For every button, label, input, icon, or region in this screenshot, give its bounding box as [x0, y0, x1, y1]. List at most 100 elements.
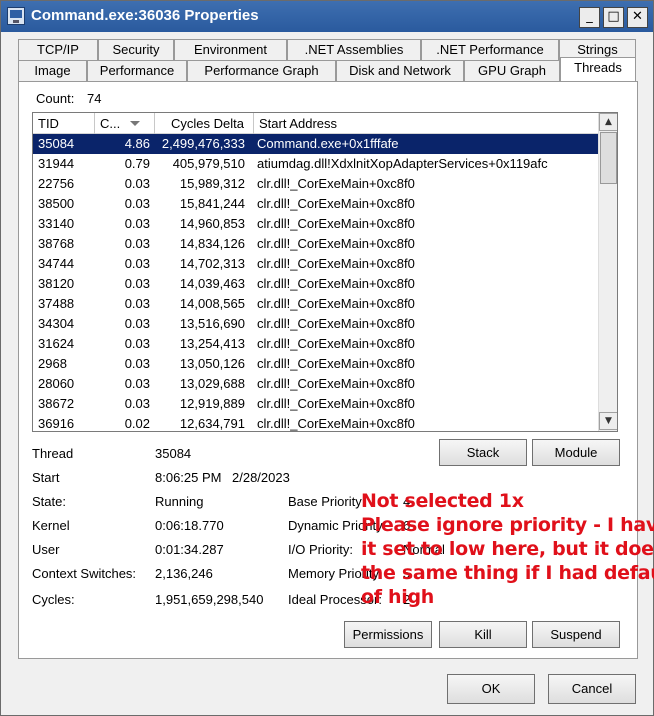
cell-cycles-delta: 13,029,688 — [179, 376, 245, 391]
cell-start-address: clr.dll!_CorExeMain+0xc8f0 — [257, 256, 415, 271]
table-row[interactable]: 38672 0.03 12,919,889 clr.dll!_CorExeMain+0… — [33, 394, 598, 414]
cell-tid: 36916 — [38, 416, 75, 431]
cell-cycles-delta: 15,989,312 — [179, 176, 245, 191]
table-row[interactable]: 31944 0.79 405,979,510 atiumdag.dll!Xdxlnit… — [33, 154, 598, 174]
cell-cpu: 0.03 — [124, 216, 150, 231]
table-row[interactable]: 36916 0.02 12,634,791 clr.dll!_CorExeMain+0… — [33, 414, 598, 431]
column-header-cycles-delta[interactable]: Cycles Delta — [155, 113, 254, 134]
user-value: 0:01:34.287 — [155, 542, 224, 557]
kernel-label: Kernel — [32, 518, 70, 533]
tab-performance[interactable]: Performance — [87, 60, 187, 81]
module-button[interactable]: Module — [532, 439, 620, 466]
start-date: 2/28/2023 — [232, 470, 290, 485]
annotation-line: the same thing if I had default — [361, 562, 654, 584]
table-row[interactable]: 2968 0.03 13,050,126 clr.dll!_CorExeMain+0x… — [33, 354, 598, 374]
scrollbar-thumb[interactable] — [600, 132, 617, 184]
tab-performance-graph[interactable]: Performance Graph — [187, 60, 336, 81]
cell-cpu: 4.86 — [124, 136, 150, 151]
column-header-cpu-label: C... — [100, 116, 121, 131]
table-row[interactable]: 28060 0.03 13,029,688 clr.dll!_CorExeMain+0… — [33, 374, 598, 394]
properties-window: Command.exe:36036 Properties _ □ ✕ TCP/I… — [0, 0, 654, 716]
column-header-start-address[interactable]: Start Address — [254, 113, 598, 134]
cell-tid: 35084 — [38, 136, 75, 151]
stack-button[interactable]: Stack — [439, 439, 527, 466]
table-row[interactable]: 31624 0.03 13,254,413 clr.dll!_CorExeMain+0… — [33, 334, 598, 354]
cell-tid: 38768 — [38, 236, 75, 251]
cell-cycles-delta: 15,841,244 — [179, 196, 245, 211]
state-label: State: — [32, 494, 66, 509]
tab-security[interactable]: Security — [98, 39, 174, 60]
table-row[interactable]: 33140 0.03 14,960,853 clr.dll!_CorExeMain+0… — [33, 214, 598, 234]
cell-tid: 37488 — [38, 296, 75, 311]
threads-table[interactable]: TID C... Cycles Delta Start Address 3508… — [32, 112, 618, 432]
table-row[interactable]: 37488 0.03 14,008,565 clr.dll!_CorExeMain+0… — [33, 294, 598, 314]
cell-cpu: 0.03 — [124, 176, 150, 191]
tab-threads[interactable]: Threads — [560, 57, 636, 81]
cell-tid: 28060 — [38, 376, 75, 391]
cell-cpu: 0.03 — [124, 296, 150, 311]
cell-cycles-delta: 14,039,463 — [179, 276, 245, 291]
table-row[interactable]: 22756 0.03 15,989,312 clr.dll!_CorExeMain+0… — [33, 174, 598, 194]
app-icon — [7, 7, 25, 25]
table-row[interactable]: 38120 0.03 14,039,463 clr.dll!_CorExeMain+0… — [33, 274, 598, 294]
cell-start-address: clr.dll!_CorExeMain+0xc8f0 — [257, 416, 415, 431]
context-switches-value: 2,136,246 — [155, 566, 213, 581]
column-header-tid[interactable]: TID — [33, 113, 95, 134]
thread-label: Thread — [32, 446, 74, 461]
cell-tid: 38500 — [38, 196, 75, 211]
close-button[interactable]: ✕ — [627, 7, 648, 28]
kill-button[interactable]: Kill — [439, 621, 527, 648]
permissions-button[interactable]: Permissions — [344, 621, 432, 648]
window-title: Command.exe:36036 Properties — [31, 7, 259, 24]
suspend-button[interactable]: Suspend — [532, 621, 620, 648]
cell-cycles-delta: 13,050,126 — [179, 356, 245, 371]
table-row[interactable]: 34304 0.03 13,516,690 clr.dll!_CorExeMain+0… — [33, 314, 598, 334]
cell-cpu: 0.03 — [124, 336, 150, 351]
cell-start-address: Command.exe+0x1fffafe — [257, 136, 399, 151]
scroll-down-arrow-icon[interactable]: ▼ — [599, 412, 617, 430]
tab-image[interactable]: Image — [18, 60, 87, 81]
sort-descending-icon — [130, 121, 140, 126]
table-row[interactable]: 34744 0.03 14,702,313 clr.dll!_CorExeMain+0… — [33, 254, 598, 274]
annotation-line: Please ignore priority - I have — [361, 514, 654, 536]
table-row[interactable]: 35084 4.86 2,499,476,333 Command.exe+0x1fff… — [33, 134, 598, 154]
cell-cycles-delta: 12,919,889 — [179, 396, 245, 411]
minimize-button[interactable]: _ — [579, 7, 600, 28]
scroll-up-arrow-icon[interactable]: ▲ — [599, 113, 617, 131]
cell-cycles-delta: 2,499,476,333 — [161, 136, 245, 151]
maximize-button[interactable]: □ — [603, 7, 624, 28]
cell-start-address: clr.dll!_CorExeMain+0xc8f0 — [257, 376, 415, 391]
column-header-cpu[interactable]: C... — [95, 113, 155, 134]
tab-net-assemblies[interactable]: .NET Assemblies — [287, 39, 421, 60]
cell-tid: 34304 — [38, 316, 75, 331]
cell-cpu: 0.03 — [124, 236, 150, 251]
cell-cycles-delta: 14,702,313 — [179, 256, 245, 271]
cell-cpu: 0.03 — [124, 256, 150, 271]
tab-disk-network[interactable]: Disk and Network — [336, 60, 464, 81]
cell-start-address: clr.dll!_CorExeMain+0xc8f0 — [257, 196, 415, 211]
tab-gpu-graph[interactable]: GPU Graph — [464, 60, 560, 81]
vertical-scrollbar[interactable]: ▲ ▼ — [598, 113, 617, 431]
cell-start-address: clr.dll!_CorExeMain+0xc8f0 — [257, 336, 415, 351]
cancel-button[interactable]: Cancel — [548, 674, 636, 704]
table-header: TID C... Cycles Delta Start Address — [33, 113, 598, 134]
cell-cycles-delta: 13,254,413 — [179, 336, 245, 351]
cell-start-address: clr.dll!_CorExeMain+0xc8f0 — [257, 356, 415, 371]
tab-environment[interactable]: Environment — [174, 39, 287, 60]
ok-button[interactable]: OK — [447, 674, 535, 704]
title-bar[interactable]: Command.exe:36036 Properties _ □ ✕ — [1, 1, 653, 32]
table-row[interactable]: 38500 0.03 15,841,244 clr.dll!_CorExeMain+0… — [33, 194, 598, 214]
state-value: Running — [155, 494, 204, 509]
cell-cpu: 0.03 — [124, 396, 150, 411]
thread-value: 35084 — [155, 446, 192, 461]
annotation-line: Not selected 1x — [361, 490, 524, 512]
tab-net-performance[interactable]: .NET Performance — [421, 39, 559, 60]
cell-cycles-delta: 13,516,690 — [179, 316, 245, 331]
table-body: 35084 4.86 2,499,476,333 Command.exe+0x1fff… — [33, 134, 598, 431]
tab-tcpip[interactable]: TCP/IP — [18, 39, 98, 60]
cell-tid: 22756 — [38, 176, 75, 191]
cell-tid: 2968 — [38, 356, 67, 371]
cell-cycles-delta: 14,834,126 — [179, 236, 245, 251]
table-row[interactable]: 38768 0.03 14,834,126 clr.dll!_CorExeMain+0… — [33, 234, 598, 254]
cell-start-address: clr.dll!_CorExeMain+0xc8f0 — [257, 396, 415, 411]
